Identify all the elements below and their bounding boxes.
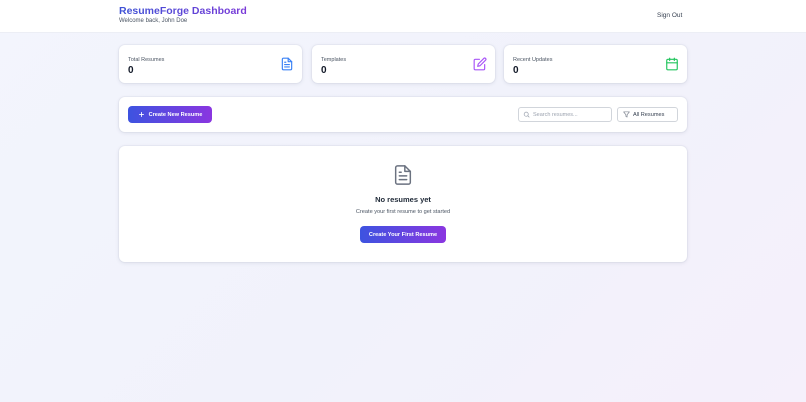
calendar-icon (666, 57, 678, 71)
stat-card-total-resumes: Total Resumes 0 (119, 45, 302, 83)
document-icon (394, 165, 412, 185)
stat-card-recent-updates: Recent Updates 0 (504, 45, 687, 83)
app-title: ResumeForge Dashboard (119, 5, 247, 17)
create-new-resume-label: Create New Resume (148, 111, 203, 118)
search-icon (523, 111, 530, 118)
search-input[interactable] (533, 108, 609, 121)
stat-value: 0 (128, 65, 134, 76)
welcome-text: Welcome back, John Doe (119, 18, 188, 24)
document-icon (281, 57, 293, 71)
stat-label: Recent Updates (513, 57, 553, 63)
edit-icon (473, 57, 487, 71)
filter-icon (623, 111, 630, 118)
sign-out-button[interactable]: Sign Out (657, 12, 682, 19)
resume-toolbar: Create New Resume All Resumes (119, 97, 687, 132)
stat-value: 0 (321, 65, 327, 76)
empty-state-subtitle: Create your first resume to get started (355, 209, 451, 215)
top-header: ResumeForge Dashboard Welcome back, John… (0, 0, 806, 33)
empty-state-title: No resumes yet (375, 195, 431, 204)
search-box[interactable] (518, 107, 612, 122)
empty-state-panel: No resumes yet Create your first resume … (119, 146, 687, 262)
filter-label: All Resumes (633, 111, 665, 118)
stat-label: Total Resumes (128, 57, 165, 63)
plus-icon (138, 112, 144, 117)
stat-card-templates: Templates 0 (312, 45, 495, 83)
create-first-resume-button[interactable]: Create Your First Resume (360, 226, 446, 243)
stat-value: 0 (513, 65, 519, 76)
filter-dropdown[interactable]: All Resumes (617, 107, 678, 122)
stat-label: Templates (321, 57, 347, 63)
create-new-resume-button[interactable]: Create New Resume (128, 106, 212, 123)
